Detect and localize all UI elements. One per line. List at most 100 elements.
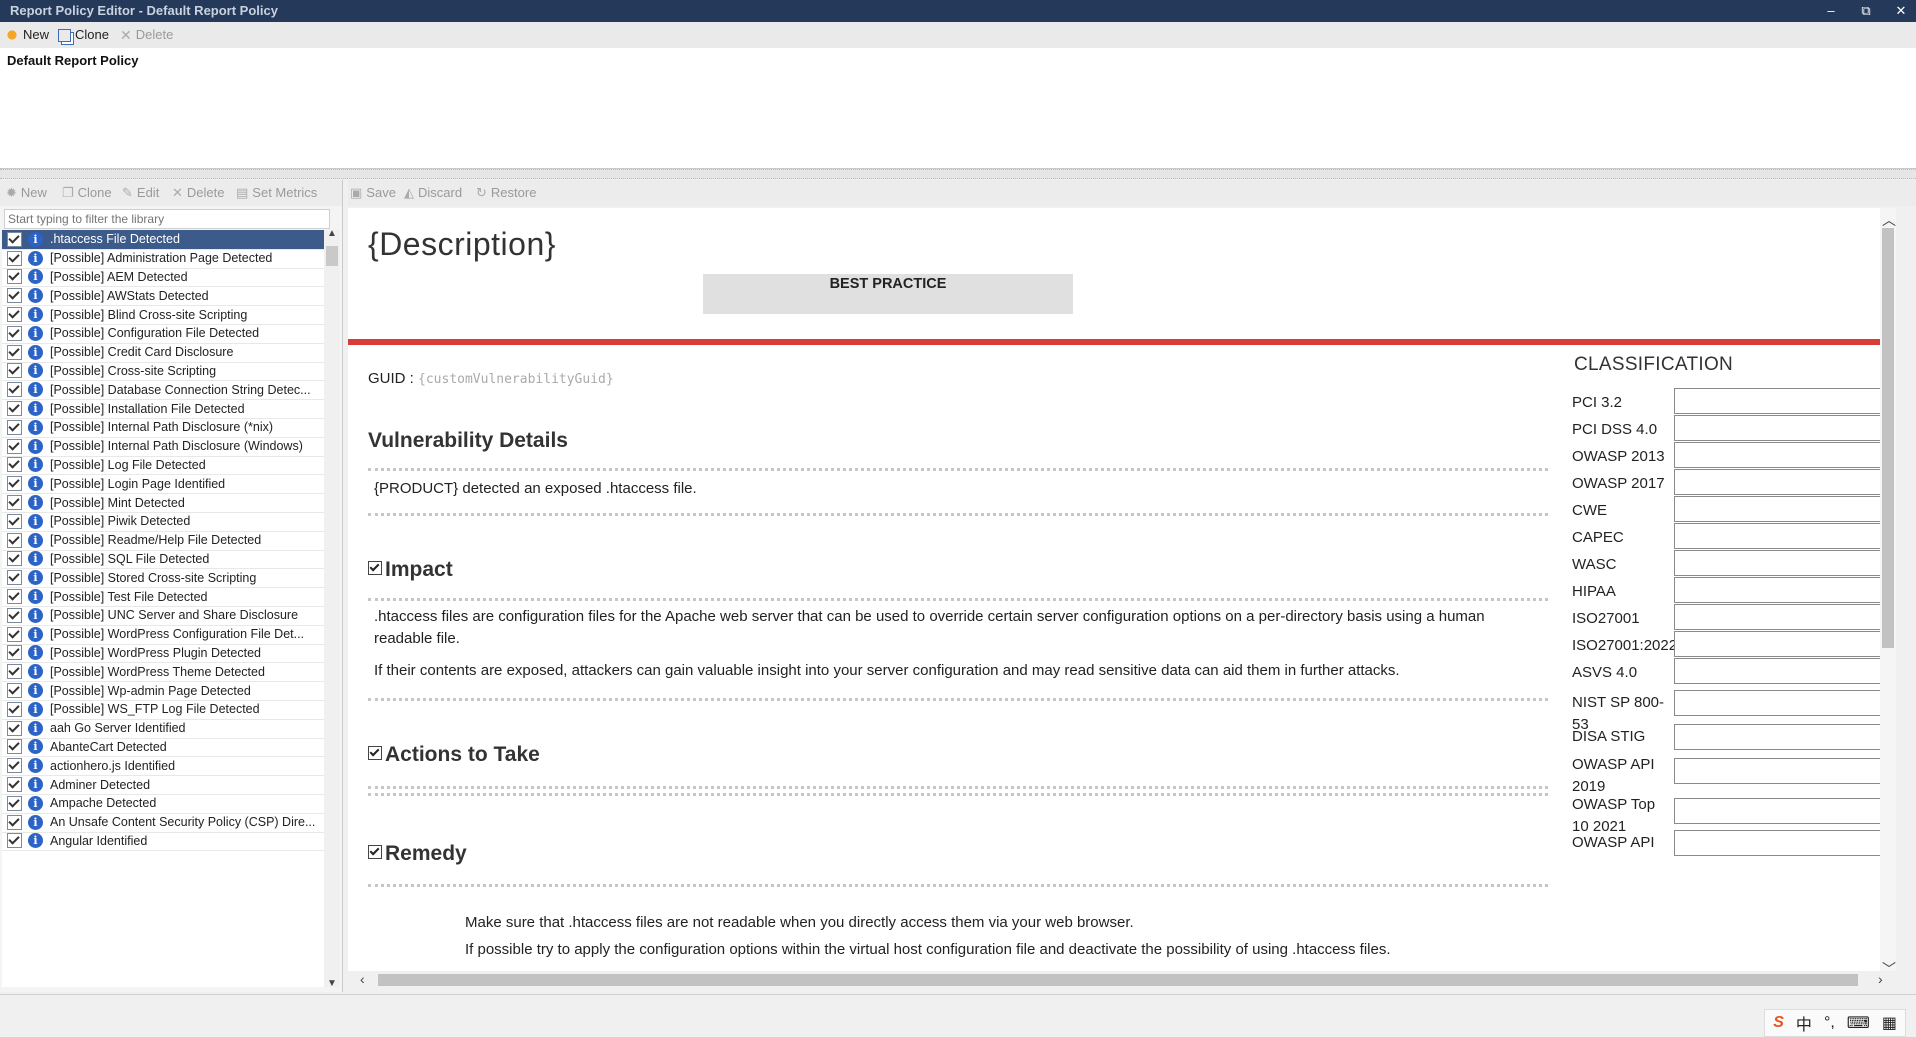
policy-name-panel[interactable]: Default Report Policy <box>0 48 1916 169</box>
list-item[interactable]: i aah Go Server Identified <box>2 719 324 739</box>
list-item-checkbox[interactable] <box>7 513 22 529</box>
list-item[interactable]: i Adminer Detected <box>2 775 324 795</box>
list-item[interactable]: i Ampache Detected <box>2 794 324 814</box>
list-item-checkbox[interactable] <box>7 833 22 849</box>
impact-checkbox[interactable] <box>368 561 382 576</box>
grid-icon[interactable]: ▦ <box>1882 1013 1897 1033</box>
impact-paragraph-2[interactable]: If their contents are exposed, attackers… <box>374 660 1534 682</box>
list-item[interactable]: i [Possible] Administration Page Detected <box>2 249 324 269</box>
list-item-checkbox[interactable] <box>7 683 22 699</box>
scroll-left-icon[interactable]: ‹ <box>360 971 365 987</box>
library-new-button[interactable]: ✹ New <box>6 180 47 206</box>
document-hscroll-thumb[interactable] <box>378 974 1858 986</box>
scroll-right-icon[interactable]: › <box>1878 971 1883 987</box>
list-item[interactable]: i [Possible] Internal Path Disclosure (*n… <box>2 418 324 438</box>
classification-input[interactable] <box>1674 604 1896 630</box>
sogou-icon[interactable]: S <box>1773 1014 1784 1032</box>
close-button[interactable]: ✕ <box>1886 1 1916 21</box>
list-item-checkbox[interactable] <box>7 758 22 774</box>
vulnerability-details-text[interactable]: {PRODUCT} detected an exposed .htaccess … <box>374 478 697 500</box>
list-item-checkbox[interactable] <box>7 288 22 304</box>
list-item-checkbox[interactable] <box>7 419 22 435</box>
new-policy-button[interactable]: New <box>5 22 49 48</box>
actions-checkbox[interactable] <box>368 746 382 761</box>
impact-paragraph-1[interactable]: .htaccess files are configuration files … <box>374 606 1534 650</box>
classification-input[interactable] <box>1674 469 1896 495</box>
list-item-checkbox[interactable] <box>7 307 22 323</box>
list-item[interactable]: i [Possible] UNC Server and Share Disclos… <box>2 606 324 626</box>
list-item-checkbox[interactable] <box>7 250 22 266</box>
list-item[interactable]: i [Possible] AEM Detected <box>2 268 324 288</box>
list-item[interactable]: i [Possible] Mint Detected <box>2 493 324 513</box>
library-scroll-thumb[interactable] <box>326 246 338 266</box>
library-delete-button[interactable]: ✕ Delete <box>172 180 224 206</box>
list-item[interactable]: i [Possible] Credit Card Disclosure <box>2 343 324 363</box>
report-template-document[interactable]: {Description} BEST PRACTICE GUID : {cust… <box>348 208 1896 981</box>
list-item-checkbox[interactable] <box>7 720 22 736</box>
list-item-checkbox[interactable] <box>7 551 22 567</box>
restore-button[interactable]: ⧉ <box>1851 1 1881 21</box>
document-vertical-scrollbar[interactable]: ︿ ﹀ <box>1880 208 1896 981</box>
list-item-checkbox[interactable] <box>7 739 22 755</box>
list-item-checkbox[interactable] <box>7 701 22 717</box>
classification-input[interactable] <box>1674 798 1896 824</box>
list-item-checkbox[interactable] <box>7 589 22 605</box>
list-item[interactable]: i [Possible] Configuration File Detected <box>2 324 324 344</box>
list-item-checkbox[interactable] <box>7 664 22 680</box>
list-item-checkbox[interactable] <box>7 344 22 360</box>
classification-input[interactable] <box>1674 690 1896 716</box>
list-item-checkbox[interactable] <box>7 795 22 811</box>
list-item[interactable]: i [Possible] WordPress Configuration File… <box>2 625 324 645</box>
list-item[interactable]: i [Possible] Cross-site Scripting <box>2 362 324 382</box>
list-item[interactable]: i [Possible] Test File Detected <box>2 587 324 607</box>
set-metrics-button[interactable]: ▤ Set Metrics <box>236 180 317 206</box>
list-item-checkbox[interactable] <box>7 382 22 398</box>
classification-input[interactable] <box>1674 577 1896 603</box>
list-item-checkbox[interactable] <box>7 231 22 247</box>
keyboard-icon[interactable]: ⌨ <box>1847 1013 1870 1033</box>
list-item[interactable]: i An Unsafe Content Security Policy (CSP)… <box>2 813 324 833</box>
list-item-checkbox[interactable] <box>7 645 22 661</box>
list-item-checkbox[interactable] <box>7 269 22 285</box>
list-item[interactable]: i [Possible] Readme/Help File Detected <box>2 531 324 551</box>
list-item[interactable]: i [Possible] Stored Cross-site Scripting <box>2 568 324 589</box>
library-clone-button[interactable]: ❐ Clone <box>62 180 112 206</box>
ime-language-indicator[interactable]: 中 <box>1796 1011 1812 1035</box>
list-item-checkbox[interactable] <box>7 438 22 454</box>
classification-input[interactable] <box>1674 830 1896 856</box>
document-scroll-thumb[interactable] <box>1882 228 1894 648</box>
delete-policy-button[interactable]: ✕ Delete <box>120 22 173 48</box>
list-item[interactable]: i AbanteCart Detected <box>2 738 324 758</box>
classification-input[interactable] <box>1674 415 1896 441</box>
scroll-down-icon[interactable]: ▼ <box>327 978 337 989</box>
list-item-checkbox[interactable] <box>7 607 22 623</box>
clone-policy-button[interactable]: Clone <box>58 22 109 48</box>
list-item[interactable]: i Angular Identified <box>2 832 324 852</box>
list-item[interactable]: i [Possible] WS_FTP Log File Detected <box>2 700 324 720</box>
list-item-checkbox[interactable] <box>7 495 22 511</box>
classification-input[interactable] <box>1674 758 1896 784</box>
remedy-paragraph-1[interactable]: Make sure that .htaccess files are not r… <box>465 912 1134 934</box>
punctuation-icon[interactable]: °, <box>1824 1014 1835 1032</box>
list-item-checkbox[interactable] <box>7 363 22 379</box>
list-item[interactable]: i [Possible] Blind Cross-site Scripting <box>2 305 324 325</box>
library-scrollbar[interactable]: ▲ ▼ <box>324 228 340 989</box>
discard-button[interactable]: ◭ Discard <box>404 180 462 206</box>
list-item-checkbox[interactable] <box>7 626 22 642</box>
minimize-button[interactable]: – <box>1816 1 1846 21</box>
remedy-paragraph-2[interactable]: If possible try to apply the configurati… <box>465 939 1391 961</box>
library-edit-button[interactable]: ✎ Edit <box>122 180 159 206</box>
list-item[interactable]: i [Possible] Piwik Detected <box>2 512 324 532</box>
scroll-up-icon[interactable]: ︿ <box>1882 210 1896 230</box>
list-item-checkbox[interactable] <box>7 325 22 341</box>
classification-input[interactable] <box>1674 631 1896 657</box>
classification-input[interactable] <box>1674 658 1896 684</box>
classification-input[interactable] <box>1674 388 1896 414</box>
restore-button-editor[interactable]: ↻ Restore <box>476 180 536 206</box>
list-item[interactable]: i [Possible] WordPress Plugin Detected <box>2 644 324 664</box>
classification-input[interactable] <box>1674 496 1896 522</box>
list-item[interactable]: i [Possible] SQL File Detected <box>2 550 324 570</box>
list-item[interactable]: i [Possible] Wp-admin Page Detected <box>2 681 324 701</box>
description-heading[interactable]: {Description} <box>368 226 556 263</box>
list-item[interactable]: i [Possible] AWStats Detected <box>2 286 324 307</box>
